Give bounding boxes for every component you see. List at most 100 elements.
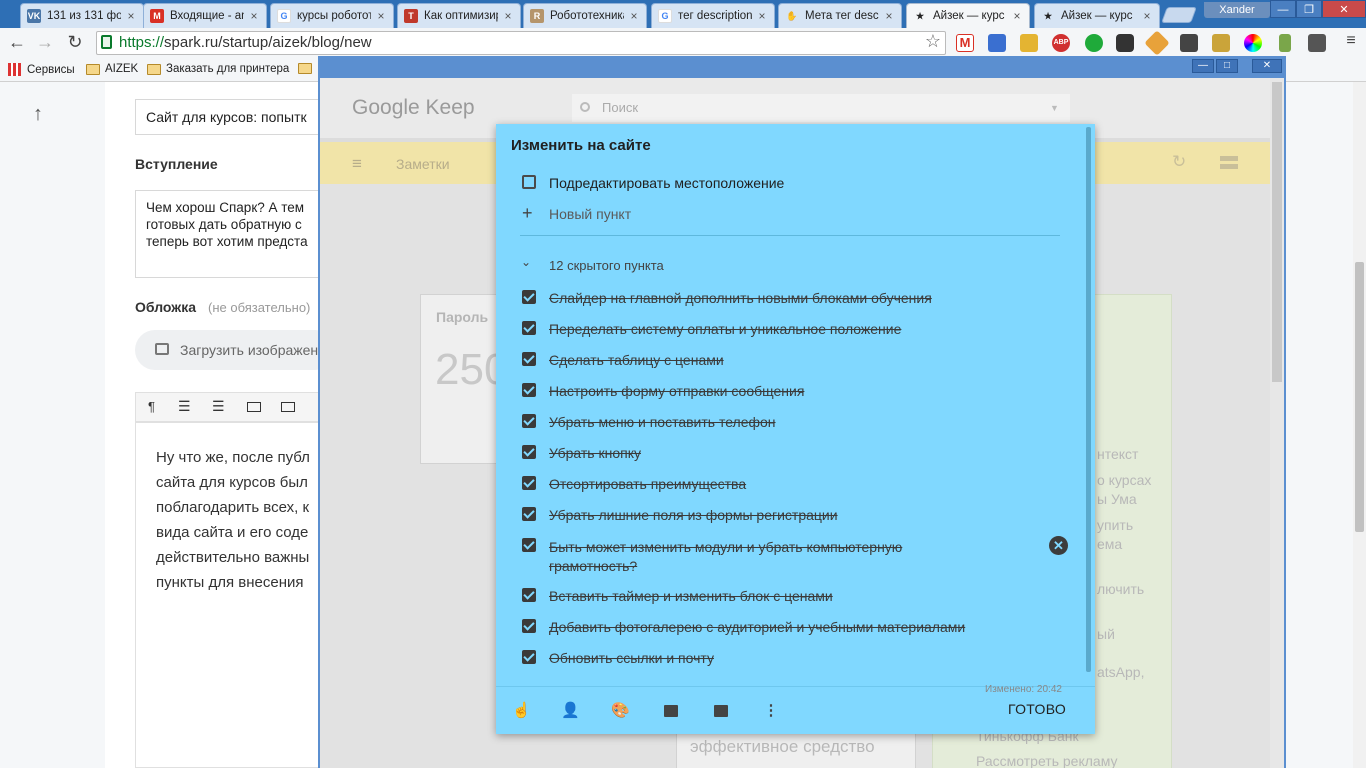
bookmark-printer[interactable]: Заказать для принтера <box>147 63 289 75</box>
unchecked-item-text[interactable]: Подредактировать местоположение <box>549 175 784 191</box>
feather-extension-icon[interactable] <box>1279 34 1291 52</box>
tab-close-icon[interactable]: × <box>628 9 640 23</box>
tab-close-icon[interactable]: × <box>1141 9 1153 23</box>
palette-icon[interactable]: 🎨 <box>611 702 630 720</box>
user-profile-button[interactable]: Xander <box>1204 2 1270 18</box>
menu-icon[interactable]: ≡ <box>1340 32 1362 50</box>
note-title[interactable]: Изменить на сайте <box>511 137 651 154</box>
checked-checkbox[interactable] <box>522 352 536 366</box>
dark-extension-icon[interactable] <box>1116 34 1134 52</box>
checked-item-text[interactable]: Обновить ссылки и почту <box>549 650 714 666</box>
add-image-icon[interactable] <box>662 702 680 720</box>
page-scrollbar-thumb[interactable] <box>1355 262 1364 532</box>
keep-search-input[interactable]: Поиск ▼ <box>572 94 1070 122</box>
upload-image-button[interactable]: Загрузить изображен <box>135 330 335 370</box>
chevron-down-icon[interactable]: ⌄ <box>521 255 531 269</box>
checked-checkbox[interactable] <box>522 383 536 397</box>
checked-item-text[interactable]: Переделать систему оплаты и уникальное п… <box>549 321 901 337</box>
refresh-icon[interactable]: ↻ <box>1172 152 1186 172</box>
close-window-icon[interactable]: ✕ <box>1322 0 1366 18</box>
checked-item-text[interactable]: Слайдер на главной дополнить новыми блок… <box>549 290 932 306</box>
checked-item-text[interactable]: Сделать таблицу с ценами <box>549 352 724 368</box>
restore-icon[interactable]: ❐ <box>1296 0 1322 18</box>
intro-textarea[interactable]: Чем хорош Спарк? А тем готовых дать обра… <box>135 190 325 278</box>
video-insert-icon[interactable] <box>281 402 295 412</box>
browser-tab[interactable]: ✋ Мета тег desc × <box>778 3 902 28</box>
keep-maximize-icon[interactable]: □ <box>1216 59 1238 73</box>
bookmark-folder[interactable] <box>298 63 317 74</box>
tab-close-icon[interactable]: × <box>1011 9 1023 23</box>
checked-item-text[interactable]: Быть может изменить модули и убрать комп… <box>549 538 969 576</box>
orange-extension-icon[interactable] <box>1144 30 1170 56</box>
browser-tab[interactable]: VK 131 из 131 фо × <box>20 3 144 28</box>
checked-checkbox[interactable] <box>522 507 536 521</box>
tab-close-icon[interactable]: × <box>375 9 387 23</box>
lock-extension-icon[interactable] <box>1020 34 1038 52</box>
checked-checkbox[interactable] <box>522 445 536 459</box>
tab-close-icon[interactable]: × <box>125 9 137 23</box>
checked-item-text[interactable]: Убрать лишние поля из формы регистрации <box>549 507 838 523</box>
checked-checkbox[interactable] <box>522 414 536 428</box>
checked-checkbox[interactable] <box>522 619 536 633</box>
browser-tab[interactable]: ★ Айзек — курс × <box>1034 3 1160 28</box>
tab-close-icon[interactable]: × <box>883 9 895 23</box>
calendar-extension-icon[interactable] <box>988 34 1006 52</box>
checked-item-text[interactable]: Настроить форму отправки сообщения <box>549 383 804 399</box>
reminder-icon[interactable]: ☝ <box>512 702 531 720</box>
post-title-input[interactable]: Сайт для курсов: попытк <box>135 99 325 135</box>
checked-checkbox[interactable] <box>522 476 536 490</box>
paragraph-icon[interactable]: ¶ <box>148 399 155 414</box>
checked-item-text[interactable]: Убрать меню и поставить телефон <box>549 414 776 430</box>
checked-checkbox[interactable] <box>522 321 536 335</box>
yellow-extension-icon[interactable] <box>1212 34 1230 52</box>
reload-icon[interactable]: ↻ <box>64 32 86 53</box>
more-options-icon[interactable]: ⋮ <box>762 702 780 720</box>
collaborator-icon[interactable]: 👤 <box>561 702 580 720</box>
checked-item-text[interactable]: Отсортировать преимущества <box>549 476 746 492</box>
browser-tab[interactable]: M Входящие - an × <box>143 3 267 28</box>
minimize-icon[interactable]: — <box>1270 0 1296 18</box>
browser-tab[interactable]: ★ Айзек — курс × <box>906 3 1030 28</box>
bookmark-star-icon[interactable]: ☆ <box>922 31 944 52</box>
bookmark-aizek[interactable]: AIZEK <box>86 63 138 75</box>
gmail-extension-icon[interactable]: M <box>956 34 974 52</box>
puzzle-extension-icon[interactable] <box>1308 34 1326 52</box>
browser-tab[interactable]: Gкурсы роботот × <box>270 3 394 28</box>
bullet-list-icon[interactable]: ☰ <box>178 398 191 415</box>
color-extension-icon[interactable] <box>1244 34 1262 52</box>
checked-checkbox[interactable] <box>522 290 536 304</box>
browser-tab[interactable]: Gтег description × <box>651 3 775 28</box>
done-button[interactable]: ГОТОВО <box>1008 701 1066 717</box>
archive-icon[interactable] <box>712 702 730 720</box>
keep-extension-icon[interactable] <box>1180 34 1198 52</box>
remove-item-icon[interactable]: ✕ <box>1049 536 1068 555</box>
checked-checkbox[interactable] <box>522 588 536 602</box>
checked-item-text[interactable]: Вставить таймер и изменить блок с ценами <box>549 588 833 604</box>
search-dropdown-icon[interactable]: ▼ <box>1050 94 1059 122</box>
hidden-count-toggle[interactable]: 12 скрытого пункта <box>549 258 664 273</box>
checked-checkbox[interactable] <box>522 650 536 664</box>
checked-item-text[interactable]: Убрать кнопку <box>549 445 641 461</box>
post-body-editor[interactable]: Ну что же, после публ сайта для курсов б… <box>135 422 325 768</box>
adblock-icon[interactable]: ABP <box>1052 34 1070 52</box>
plus-icon[interactable]: + <box>522 203 533 224</box>
bookmark-services[interactable]: Сервисы <box>8 63 75 76</box>
checked-item-text[interactable]: Добавить фотогалерею с аудиторией и учеб… <box>549 619 965 635</box>
tab-close-icon[interactable]: × <box>248 9 260 23</box>
browser-tab[interactable]: R Робототехника × <box>523 3 647 28</box>
tab-close-icon[interactable]: × <box>502 9 514 23</box>
hamburger-menu-icon[interactable]: ≡ <box>352 154 362 174</box>
address-bar[interactable]: https://spark.ru/startup/aizek/blog/new <box>96 31 946 55</box>
list-view-icon[interactable] <box>1220 156 1238 169</box>
new-item-input[interactable]: Новый пункт <box>549 206 631 222</box>
green-extension-icon[interactable] <box>1085 34 1103 52</box>
dialog-scrollbar[interactable] <box>1086 127 1091 672</box>
keep-scrollbar-thumb[interactable] <box>1272 82 1282 382</box>
numbered-list-icon[interactable]: ☰ <box>212 398 225 415</box>
keep-close-icon[interactable]: ✕ <box>1252 59 1282 73</box>
checked-checkbox[interactable] <box>522 538 536 552</box>
new-tab-button[interactable] <box>1161 7 1197 23</box>
browser-tab[interactable]: T Как оптимизир × <box>397 3 521 28</box>
unchecked-checkbox[interactable] <box>522 175 536 189</box>
back-icon[interactable]: ← <box>6 32 28 53</box>
